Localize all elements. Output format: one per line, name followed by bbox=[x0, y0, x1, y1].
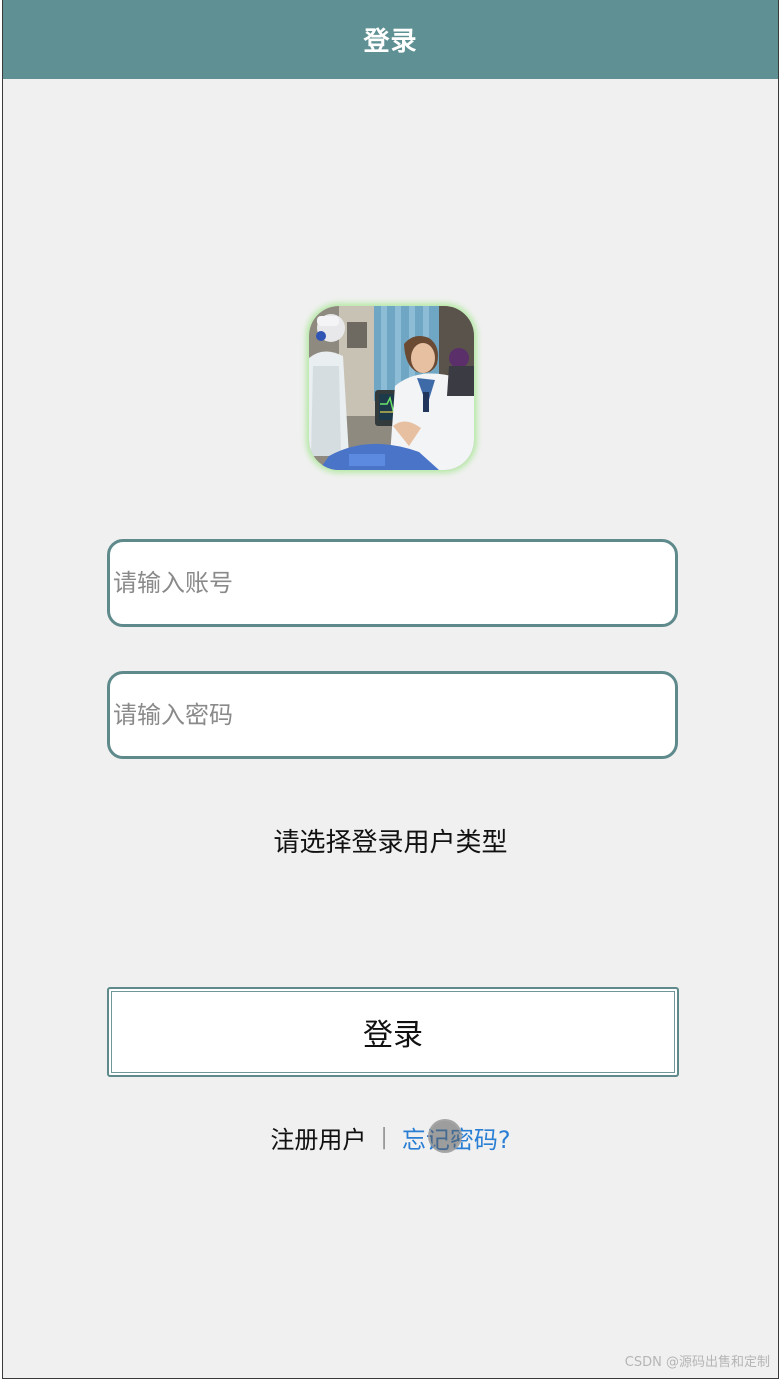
account-input[interactable] bbox=[107, 539, 678, 627]
title-bar: 登录 bbox=[3, 0, 778, 79]
user-type-prompt[interactable]: 请选择登录用户类型 bbox=[3, 822, 778, 859]
register-link[interactable]: 注册用户 bbox=[270, 1120, 366, 1155]
footer-links: 注册用户 | 忘记密码? bbox=[3, 1119, 778, 1155]
forgot-password-label: 忘记密码? bbox=[401, 1126, 511, 1154]
login-button[interactable]: 登录 bbox=[107, 987, 679, 1077]
forgot-password-link[interactable]: 忘记密码? bbox=[401, 1119, 511, 1155]
watermark: CSDN @源码出售和定制 bbox=[624, 1355, 770, 1370]
doctor-avatar-image bbox=[309, 306, 474, 470]
page-title: 登录 bbox=[363, 27, 418, 57]
link-separator: | bbox=[380, 1125, 388, 1150]
password-input[interactable] bbox=[107, 671, 678, 759]
login-screen: 登录 请输入账号 请选择登录用户类型 登录 注册用户 | 忘记密码? CSDN … bbox=[2, 0, 779, 1379]
